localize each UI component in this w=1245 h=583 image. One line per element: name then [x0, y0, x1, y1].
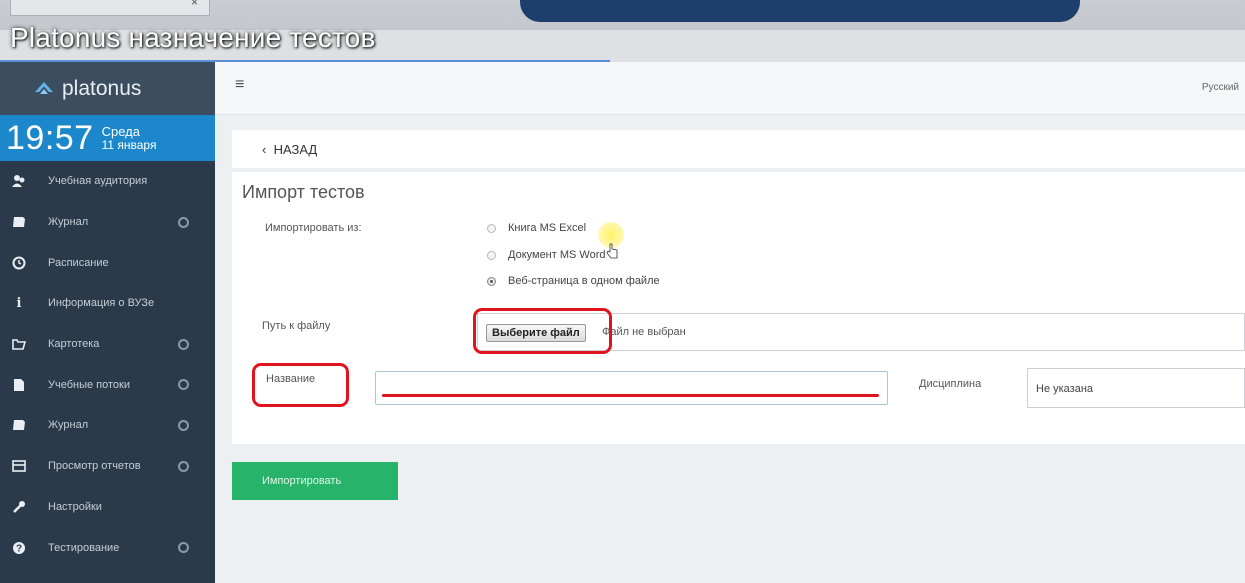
- hand-cursor-icon: [606, 243, 618, 259]
- back-panel: ‹ НАЗАД: [232, 130, 1245, 168]
- back-link[interactable]: ‹ НАЗАД: [262, 142, 317, 157]
- sidebar: platonus 19:57 Среда 11 января Учебная а…: [0, 62, 215, 583]
- sidebar-menu: Учебная аудитория Журнал Расписание i Ин…: [0, 161, 215, 568]
- radio-option-excel[interactable]: Книга MS Excel: [487, 222, 586, 234]
- chevron-circle-icon: [178, 419, 189, 431]
- sidebar-item-schedule[interactable]: Расписание: [0, 242, 215, 283]
- sidebar-item-journal-2[interactable]: Журнал: [0, 405, 215, 446]
- video-title: Platonus назначение тестов: [10, 22, 376, 53]
- sidebar-item-reports[interactable]: Просмотр отчетов: [0, 446, 215, 487]
- book-icon: [12, 215, 26, 229]
- import-form: Импорт тестов Импортировать из: Книга MS…: [232, 172, 1245, 444]
- sidebar-item-label: Настройки: [48, 500, 102, 513]
- info-icon: i: [16, 295, 22, 311]
- radio-option-word[interactable]: Документ MS Word: [487, 249, 606, 261]
- sidebar-item-university-info[interactable]: i Информация о ВУЗе: [0, 283, 215, 324]
- annotation-underline-name-input: [382, 394, 879, 397]
- radio-button[interactable]: [487, 223, 496, 233]
- file-status: Файл не выбран: [602, 326, 686, 338]
- browser-tab: ×: [10, 0, 210, 16]
- annotation-circle-file-button: [473, 308, 612, 354]
- close-icon: ×: [191, 0, 199, 9]
- clock-day-month: 11 января: [101, 137, 157, 152]
- radio-button[interactable]: [487, 276, 496, 286]
- chevron-circle-icon: [178, 338, 189, 350]
- name-input[interactable]: [375, 371, 888, 405]
- video-control-bar: [520, 0, 1080, 22]
- sidebar-item-label: Расписание: [48, 256, 109, 269]
- back-label: НАЗАД: [273, 142, 318, 157]
- sidebar-item-label: Учебные потоки: [48, 378, 130, 391]
- radio-label: Веб-страница в одном файле: [508, 275, 660, 287]
- annotation-circle-name-label: [252, 363, 349, 407]
- logo-bar[interactable]: platonus: [0, 62, 215, 115]
- logo-text: platonus: [62, 76, 142, 100]
- file-path-label: Путь к файлу: [262, 320, 331, 332]
- sidebar-item-classroom[interactable]: Учебная аудитория: [0, 161, 215, 202]
- sidebar-item-testing[interactable]: ? Тестирование: [0, 527, 215, 568]
- clock-time: 19:57: [6, 118, 94, 157]
- discipline-label: Дисциплина: [919, 378, 982, 390]
- sidebar-item-journal[interactable]: Журнал: [0, 202, 215, 243]
- file-icon: [12, 378, 26, 392]
- question-icon: ?: [12, 541, 26, 555]
- discipline-value: Не указана: [1036, 383, 1094, 395]
- sidebar-item-label: Журнал: [48, 419, 89, 432]
- clock-date: Среда 11 января: [102, 125, 157, 151]
- radio-option-web-page[interactable]: Веб-страница в одном файле: [487, 275, 660, 287]
- import-button[interactable]: Импортировать: [232, 462, 398, 500]
- radio-label: Документ MS Word: [508, 249, 606, 261]
- sidebar-item-study-streams[interactable]: Учебные потоки: [0, 364, 215, 405]
- sidebar-item-label: Тестирование: [48, 541, 120, 554]
- discipline-select[interactable]: Не указана: [1027, 368, 1245, 408]
- chevron-circle-icon: [178, 542, 189, 554]
- language-selector[interactable]: Русский: [1202, 82, 1239, 93]
- folder-icon: [12, 337, 26, 351]
- book-icon: [12, 418, 26, 432]
- sidebar-item-label: Информация о ВУЗе: [48, 297, 155, 310]
- wrench-icon: [12, 500, 26, 514]
- sidebar-item-label: Просмотр отчетов: [48, 460, 141, 473]
- chevron-circle-icon: [178, 216, 189, 228]
- sidebar-item-settings[interactable]: Настройки: [0, 487, 215, 528]
- table-icon: [12, 459, 26, 473]
- radio-button[interactable]: [487, 250, 496, 260]
- chevron-circle-icon: [178, 460, 189, 472]
- sidebar-item-card-index[interactable]: Картотека: [0, 324, 215, 365]
- clock-icon: [12, 256, 26, 270]
- chevron-circle-icon: [178, 379, 189, 391]
- sidebar-item-label: Учебная аудитория: [48, 175, 148, 188]
- import-from-label: Импортировать из:: [265, 222, 362, 234]
- platonus-logo-icon: [35, 81, 53, 94]
- clock-widget: 19:57 Среда 11 января: [0, 115, 215, 161]
- page-title: Импорт тестов: [242, 182, 365, 202]
- users-icon: [12, 174, 26, 188]
- clock-weekday: Среда: [101, 123, 140, 139]
- radio-label: Книга MS Excel: [508, 222, 587, 234]
- sidebar-item-label: Журнал: [48, 216, 89, 229]
- sidebar-item-label: Картотека: [48, 338, 100, 351]
- top-bar: ≡ Русский: [215, 62, 1245, 115]
- hamburger-menu-icon[interactable]: ≡: [235, 76, 244, 94]
- svg-text:?: ?: [16, 543, 22, 554]
